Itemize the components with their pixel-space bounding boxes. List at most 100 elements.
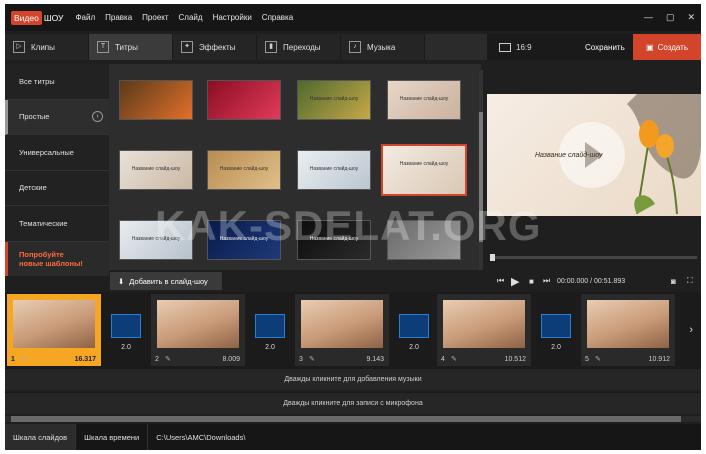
slide-thumbnail: [301, 300, 383, 348]
title-thumbnail[interactable]: [207, 80, 281, 120]
titles-icon: T: [97, 41, 109, 53]
storyboard-slide[interactable]: 2 ✎ 8.009: [151, 294, 245, 366]
window-controls: — ▢ ✕: [644, 12, 695, 23]
menu-edit[interactable]: Правка: [105, 13, 132, 22]
category-label: Тематические: [19, 218, 68, 228]
mic-track[interactable]: Дважды кликните для записи с микрофона: [5, 392, 701, 414]
category-all-titles[interactable]: Все титры: [5, 64, 109, 100]
preview-title-text: Название слайд-шоу: [535, 152, 603, 159]
category-list: Все титры Простые › Универсальные Детские…: [5, 64, 109, 276]
transition-duration: 2.0: [265, 344, 275, 351]
title-thumbnail[interactable]: Название слайд-шоу: [119, 150, 193, 190]
menu-project[interactable]: Проект: [142, 13, 168, 22]
transition-block[interactable]: 2.0: [393, 314, 435, 362]
category-universal[interactable]: Универсальные: [5, 135, 109, 171]
tab-titles-label: Титры: [115, 42, 138, 52]
tab-slide-scale[interactable]: Шкала слайдов: [5, 424, 77, 450]
chevron-right-icon[interactable]: ›: [92, 111, 103, 123]
pencil-icon[interactable]: ✎: [595, 355, 601, 363]
tab-clips[interactable]: ▷ Клипы: [5, 34, 89, 60]
transition-block[interactable]: 2.0: [249, 314, 291, 362]
maximize-icon[interactable]: ▢: [666, 12, 675, 23]
logo-part2: ШОУ: [43, 12, 64, 23]
tab-music[interactable]: ♪ Музыка: [341, 34, 425, 60]
title-thumbnail[interactable]: Название слайд-шоу: [207, 150, 281, 190]
category-kids[interactable]: Детские: [5, 171, 109, 206]
menu-help[interactable]: Справка: [262, 13, 293, 22]
slide-duration: 10.912: [648, 356, 670, 363]
title-thumbnail[interactable]: Название слайд-шоу: [387, 80, 461, 120]
storyboard-slide[interactable]: 4 ✎ 10.512: [437, 294, 531, 366]
stop-icon[interactable]: ■: [529, 277, 534, 286]
pencil-icon[interactable]: ✎: [451, 355, 457, 363]
effects-icon: ✦: [181, 41, 193, 53]
skip-back-icon[interactable]: ⏮: [497, 276, 504, 286]
music-track-hint: Дважды кликните для добавления музыки: [284, 376, 422, 383]
aspect-ratio-label: 16:9: [516, 42, 532, 52]
category-simple[interactable]: Простые ›: [5, 99, 109, 135]
aspect-ratio-button[interactable]: 16:9: [499, 42, 532, 52]
transition-block[interactable]: 2.0: [535, 314, 577, 362]
storyboard-slide[interactable]: 5 ✎ 10.912: [581, 294, 675, 366]
timeline-scrollbar[interactable]: [5, 416, 701, 422]
menu-settings[interactable]: Настройки: [213, 13, 252, 22]
tab-transitions[interactable]: ▮ Переходы: [257, 34, 341, 60]
music-track[interactable]: Дважды кликните для добавления музыки: [5, 368, 701, 390]
storyboard-slide[interactable]: 1 ✎ 16.317: [7, 294, 101, 366]
title-thumbnail[interactable]: Название слайд-шоу: [381, 144, 467, 196]
skip-forward-icon[interactable]: ⏭: [543, 276, 550, 286]
snapshot-icon[interactable]: ◙: [671, 277, 676, 286]
seek-handle[interactable]: [490, 254, 495, 261]
pencil-icon[interactable]: ✎: [165, 355, 171, 363]
storyboard-slide[interactable]: 3 ✎ 9.143: [295, 294, 389, 366]
create-button[interactable]: ▣ Создать: [633, 34, 701, 60]
preview-pane[interactable]: Название слайд-шоу: [487, 94, 701, 216]
promo-line2: новые шаблоны!: [19, 258, 83, 268]
promo-new-templates[interactable]: Попробуйте новые шаблоны!: [5, 241, 109, 276]
tab-effects-label: Эффекты: [199, 42, 236, 52]
tab-effects[interactable]: ✦ Эффекты: [173, 34, 257, 60]
transition-block[interactable]: 2.0: [105, 314, 147, 362]
transitions-icon: ▮: [265, 41, 277, 53]
menu-file[interactable]: Файл: [75, 13, 95, 22]
thumbnail-caption: Название слайд-шоу: [399, 96, 449, 102]
play-icon[interactable]: ▶: [511, 275, 519, 288]
pencil-icon[interactable]: ✎: [309, 355, 315, 363]
transition-duration: 2.0: [551, 344, 561, 351]
fullscreen-icon[interactable]: ⛶: [687, 276, 693, 286]
minimize-icon[interactable]: —: [644, 12, 653, 23]
slide-thumbnail: [157, 300, 239, 348]
slide-number: 5: [585, 356, 589, 363]
save-button[interactable]: Сохранить: [585, 43, 625, 52]
chevron-right-icon[interactable]: ›: [689, 324, 693, 336]
slide-number: 2: [155, 356, 159, 363]
download-icon: ⬇: [118, 276, 125, 286]
add-to-slideshow-button[interactable]: ⬇ Добавить в слайд-шоу: [110, 272, 222, 290]
transport-controls: ⏮ ▶ ■ ⏭ 00:00.000 / 00:51.893 ◙ ⛶: [487, 270, 701, 292]
clips-icon: ▷: [13, 41, 25, 53]
playback-time: 00:00.000 / 00:51.893: [557, 277, 626, 285]
add-to-slideshow-label: Добавить в слайд-шоу: [129, 276, 208, 286]
seek-bar[interactable]: [490, 254, 697, 261]
title-thumbnail[interactable]: Название слайд-шоу: [297, 80, 371, 120]
app-window: Видео ШОУ Файл Правка Проект Слайд Настро…: [5, 4, 701, 450]
tab-slide-scale-label: Шкала слайдов: [13, 432, 68, 442]
thumbnail-caption: Название слайд-шоу: [399, 161, 449, 167]
title-thumbnail[interactable]: Название слайд-шоу: [297, 150, 371, 190]
category-thematic[interactable]: Тематические: [5, 206, 109, 242]
category-label: Простые: [19, 112, 50, 122]
promo-line1: Попробуйте: [19, 249, 64, 259]
tab-timeline[interactable]: Шкала времени: [76, 424, 149, 450]
tab-transitions-label: Переходы: [283, 42, 321, 52]
category-label: Все титры: [19, 76, 55, 86]
create-label: Создать: [657, 42, 688, 52]
scrollbar-thumb[interactable]: [11, 416, 681, 422]
pencil-icon[interactable]: ✎: [21, 355, 27, 363]
tab-titles[interactable]: T Титры: [89, 34, 173, 60]
menu-slide[interactable]: Слайд: [179, 13, 203, 22]
tab-timeline-label: Шкала времени: [84, 432, 140, 442]
category-label: Детские: [19, 183, 47, 193]
app-logo: Видео ШОУ: [11, 10, 64, 25]
close-icon[interactable]: ✕: [687, 12, 695, 23]
title-thumbnail[interactable]: [119, 80, 193, 120]
